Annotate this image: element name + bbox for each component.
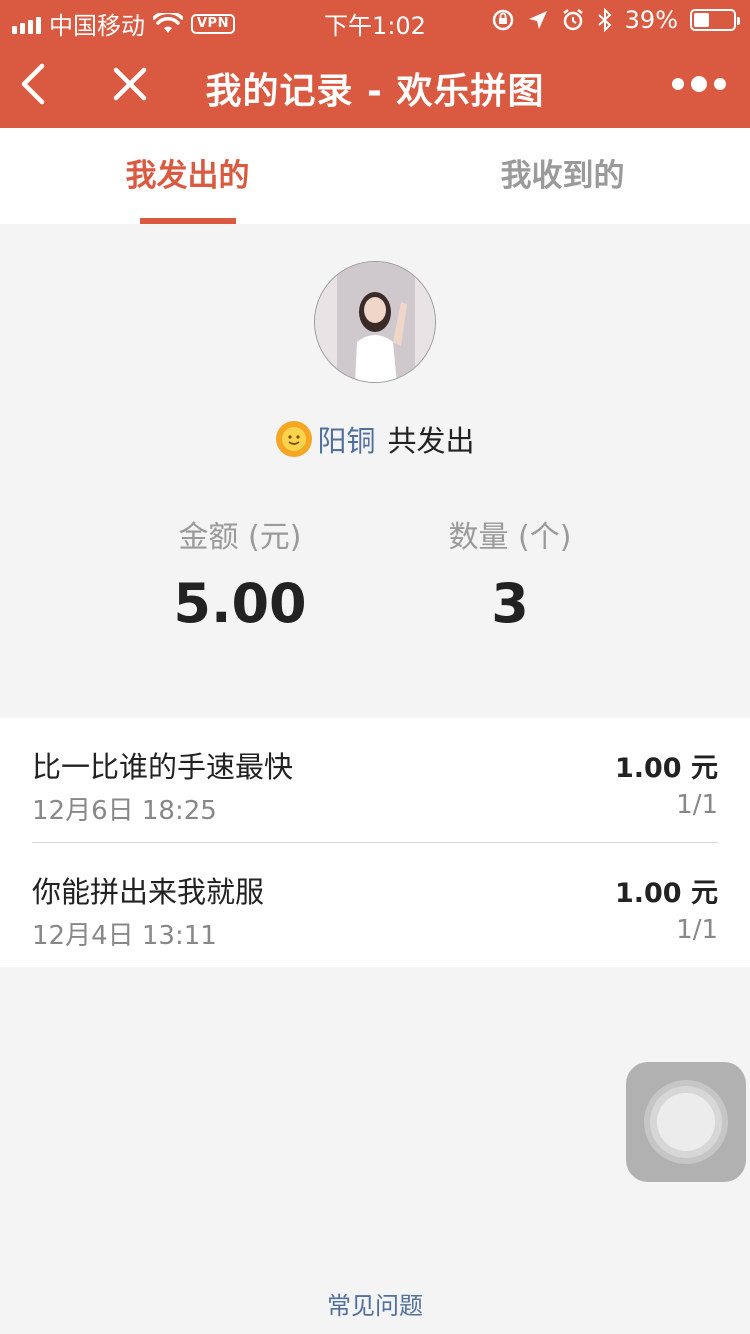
record-amount: 1.00 元 bbox=[614, 753, 718, 784]
count-label: 数量 (个) bbox=[448, 520, 572, 555]
count-value: 3 bbox=[491, 572, 529, 635]
amount-label: 金额 (元) bbox=[178, 520, 302, 555]
record-count: 1/1 bbox=[676, 915, 718, 945]
record-amount: 1.00 元 bbox=[614, 878, 718, 909]
tab-bar: 我发出的 我收到的 bbox=[0, 128, 750, 224]
navigation-bar: 我的记录 - 欢乐拼图 bbox=[0, 40, 750, 128]
sender-line: 阳铜 共发出 bbox=[0, 418, 750, 460]
sun-emoji-icon bbox=[276, 421, 313, 457]
location-icon bbox=[528, 11, 547, 29]
record-list: 比一比谁的手速最快 12月6日 18:25 1.00 元 1/1 你能拼出来我就… bbox=[0, 718, 750, 967]
active-tab-indicator bbox=[140, 218, 236, 224]
sender-name[interactable]: 阳铜 bbox=[317, 418, 375, 460]
tab-received[interactable]: 我收到的 bbox=[375, 128, 750, 224]
bluetooth-icon bbox=[597, 8, 612, 32]
assistive-touch-button[interactable] bbox=[626, 1062, 746, 1182]
amount-value: 5.00 bbox=[173, 572, 307, 635]
tab-sent[interactable]: 我发出的 bbox=[0, 128, 375, 224]
record-title: 比一比谁的手速最快 bbox=[32, 750, 294, 784]
more-icon[interactable] bbox=[672, 76, 726, 92]
record-title: 你能拼出来我就服 bbox=[32, 875, 265, 909]
faq-link[interactable]: 常见问题 bbox=[0, 1286, 750, 1321]
record-date: 12月6日 18:25 bbox=[32, 796, 217, 826]
list-item[interactable]: 比一比谁的手速最快 12月6日 18:25 1.00 元 1/1 bbox=[0, 718, 750, 843]
sender-suffix: 共发出 bbox=[387, 424, 475, 458]
list-item[interactable]: 你能拼出来我就服 12月4日 13:11 1.00 元 1/1 bbox=[0, 843, 750, 967]
top-bar: 中国移动 VPN 下午1:02 39% 我的记录 - 欢乐拼图 bbox=[0, 0, 750, 128]
status-bar: 中国移动 VPN 下午1:02 39% bbox=[0, 0, 750, 40]
record-date: 12月4日 13:11 bbox=[32, 921, 217, 951]
battery-percent: 39% bbox=[624, 6, 678, 34]
record-count: 1/1 bbox=[676, 790, 718, 820]
page-title: 我的记录 - 欢乐拼图 bbox=[205, 71, 545, 112]
orientation-lock-icon bbox=[492, 9, 513, 31]
battery-icon bbox=[690, 9, 740, 31]
alarm-icon bbox=[562, 9, 583, 31]
avatar bbox=[314, 261, 436, 383]
